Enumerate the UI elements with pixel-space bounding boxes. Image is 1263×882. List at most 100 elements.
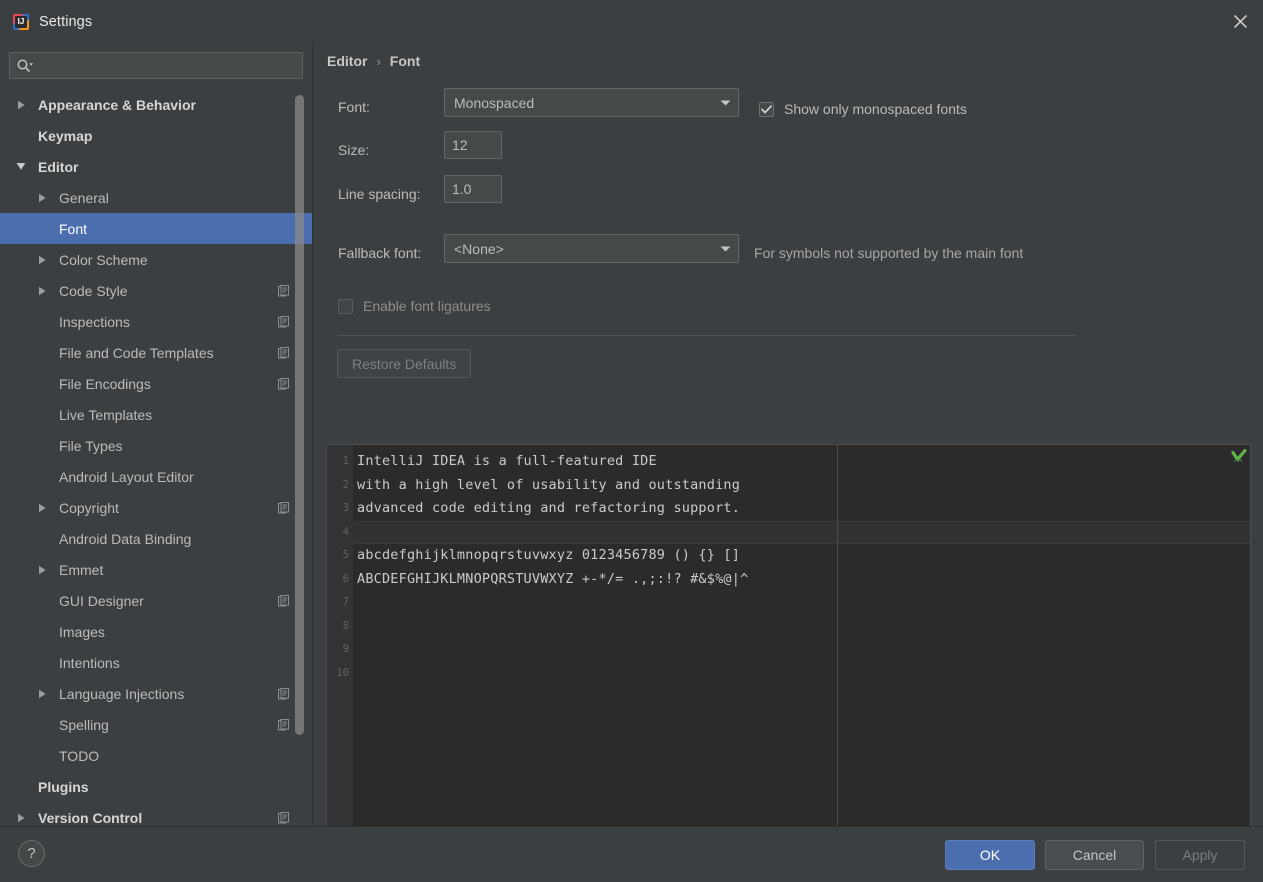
preview-code-line: abcdefghijklmnopqrstuvwxyz 0123456789 ()… xyxy=(357,547,741,563)
sidebar-item-emmet[interactable]: Emmet xyxy=(0,554,312,585)
fallback-font-label: Fallback font: xyxy=(338,245,422,261)
sidebar-item-code-style[interactable]: Code Style xyxy=(0,275,312,306)
inspection-ok-icon[interactable] xyxy=(1231,449,1247,465)
font-family-dropdown[interactable]: Monospaced xyxy=(444,88,739,117)
show-monospaced-checkbox-row[interactable]: Show only monospaced fonts xyxy=(759,101,967,117)
chevron-right-icon[interactable] xyxy=(36,285,48,297)
gutter-line-number: 7 xyxy=(342,596,349,608)
enable-ligatures-checkbox[interactable] xyxy=(338,298,353,314)
line-spacing-input[interactable] xyxy=(444,175,502,203)
sidebar-item-live-templates[interactable]: Live Templates xyxy=(0,399,312,430)
sidebar-item-label: Android Layout Editor xyxy=(59,468,194,485)
chevron-right-icon[interactable] xyxy=(36,192,48,204)
search-icon xyxy=(16,58,34,74)
help-button[interactable]: ? xyxy=(18,840,45,867)
sidebar-item-appearance-behavior[interactable]: Appearance & Behavior xyxy=(0,89,312,120)
show-monospaced-checkbox[interactable] xyxy=(759,101,774,117)
chevron-right-icon[interactable] xyxy=(15,99,27,111)
sidebar-item-images[interactable]: Images xyxy=(0,616,312,647)
settings-sidebar: Appearance & Behavior Keymap Editor General… xyxy=(0,43,312,826)
dialog-footer: ? OK Cancel Apply xyxy=(0,826,1263,882)
sidebar-item-editor[interactable]: Editor xyxy=(0,151,312,182)
sidebar-item-label: Color Scheme xyxy=(59,251,148,268)
sidebar-item-label: File Types xyxy=(59,437,123,454)
breadcrumb: Editor › Font xyxy=(327,53,420,69)
sidebar-item-intentions[interactable]: Intentions xyxy=(0,647,312,678)
sidebar-item-color-scheme[interactable]: Color Scheme xyxy=(0,244,312,275)
chevron-right-icon[interactable] xyxy=(36,688,48,700)
window-title: Settings xyxy=(39,13,93,30)
preview-code-line: IntelliJ IDEA is a full-featured IDE xyxy=(357,453,657,469)
breadcrumb-parent[interactable]: Editor xyxy=(327,53,367,69)
font-family-value: Monospaced xyxy=(454,94,535,111)
close-icon[interactable] xyxy=(1217,0,1263,43)
size-label: Size: xyxy=(338,142,370,158)
project-settings-icon xyxy=(278,377,289,390)
chevron-down-icon[interactable] xyxy=(15,161,27,173)
enable-ligatures-checkbox-row[interactable]: Enable font ligatures xyxy=(338,298,491,314)
chevron-right-icon[interactable] xyxy=(36,502,48,514)
ok-button[interactable]: OK xyxy=(945,840,1035,870)
preview-code-line: ABCDEFGHIJKLMNOPQRSTUVWXYZ +-*/= .,;:!? … xyxy=(357,570,749,587)
gutter-line-number: 5 xyxy=(342,549,349,561)
restore-defaults-button[interactable]: Restore Defaults xyxy=(337,349,472,378)
sidebar-item-label: Android Data Binding xyxy=(59,530,192,547)
cancel-button[interactable]: Cancel xyxy=(1045,840,1144,870)
chevron-right-icon[interactable] xyxy=(36,564,48,576)
sidebar-item-gui-designer[interactable]: GUI Designer xyxy=(0,585,312,616)
sidebar-item-keymap[interactable]: Keymap xyxy=(0,120,312,151)
sidebar-item-label: Copyright xyxy=(59,499,119,516)
project-settings-icon xyxy=(278,687,289,700)
font-size-input[interactable] xyxy=(444,131,502,159)
sidebar-item-label: Emmet xyxy=(59,561,104,578)
sidebar-item-label: Appearance & Behavior xyxy=(38,96,196,113)
fallback-font-hint: For symbols not supported by the main fo… xyxy=(754,245,1024,261)
sidebar-item-android-data-binding[interactable]: Android Data Binding xyxy=(0,523,312,554)
chevron-right-icon[interactable] xyxy=(36,254,48,266)
settings-dialog: Settings Appearance & BehaviorKeymapEdi xyxy=(0,0,1263,882)
settings-tree[interactable]: Appearance & Behavior Keymap Editor General… xyxy=(0,89,312,826)
sidebar-item-file-and-code-templates[interactable]: File and Code Templates xyxy=(0,337,312,368)
gutter-line-number: 10 xyxy=(336,666,349,679)
fallback-font-value: <None> xyxy=(454,240,504,257)
sidebar-item-version-control[interactable]: Version Control xyxy=(0,802,312,826)
sidebar-item-todo[interactable]: TODO xyxy=(0,740,312,771)
sidebar-item-label: Language Injections xyxy=(59,685,185,702)
breadcrumb-current: Font xyxy=(389,53,421,69)
search-box[interactable] xyxy=(9,52,303,79)
sidebar-item-general[interactable]: General xyxy=(0,182,312,213)
fallback-font-dropdown[interactable]: <None> xyxy=(444,234,739,263)
sidebar-item-label: Images xyxy=(59,623,105,640)
font-preview-editor[interactable]: 1 2 3 4 5 6 7 8 9 10 IntelliJ IDEA is a full-feat… xyxy=(326,444,1251,858)
editor-gutter: 1 2 3 4 5 6 7 8 9 10 xyxy=(327,445,353,857)
right-margin-line xyxy=(837,445,838,857)
editor-code-area[interactable]: IntelliJ IDEA is a full-featured IDE with… xyxy=(353,445,1250,857)
sidebar-item-language-injections[interactable]: Language Injections xyxy=(0,678,312,709)
sidebar-item-plugins[interactable]: Plugins xyxy=(0,771,312,802)
apply-button[interactable]: Apply xyxy=(1155,840,1245,870)
chevron-right-icon[interactable] xyxy=(15,812,27,824)
chevron-right-icon: › xyxy=(376,53,381,69)
preview-code-line: with a high level of usability and outst… xyxy=(357,476,741,493)
sidebar-item-label: Version Control xyxy=(38,809,143,826)
sidebar-item-font[interactable]: Font xyxy=(0,213,312,244)
sidebar-item-android-layout-editor[interactable]: Android Layout Editor xyxy=(0,461,312,492)
project-settings-icon xyxy=(278,811,289,824)
sidebar-item-label: Intentions xyxy=(59,654,120,671)
sidebar-scrollbar-track[interactable] xyxy=(295,95,304,785)
sidebar-item-label: GUI Designer xyxy=(59,592,144,609)
sidebar-scrollbar-thumb[interactable] xyxy=(295,95,304,735)
sidebar-item-label: Plugins xyxy=(38,778,89,795)
section-divider xyxy=(337,335,1077,336)
sidebar-item-inspections[interactable]: Inspections xyxy=(0,306,312,337)
preview-code-line: advanced code editing and refactoring su… xyxy=(357,500,741,516)
gutter-line-number: 8 xyxy=(342,619,349,632)
gutter-line-number: 4 xyxy=(342,525,349,538)
search-input[interactable] xyxy=(34,53,302,78)
project-settings-icon xyxy=(278,284,289,297)
sidebar-item-file-types[interactable]: File Types xyxy=(0,430,312,461)
sidebar-item-label: File and Code Templates xyxy=(59,344,214,361)
sidebar-item-copyright[interactable]: Copyright xyxy=(0,492,312,523)
sidebar-item-file-encodings[interactable]: File Encodings xyxy=(0,368,312,399)
sidebar-item-spelling[interactable]: Spelling xyxy=(0,709,312,740)
